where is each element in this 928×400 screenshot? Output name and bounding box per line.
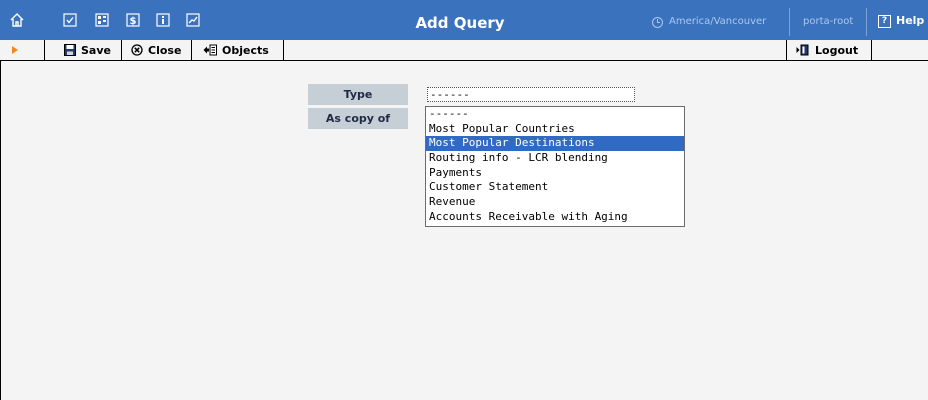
content-border — [0, 60, 1, 400]
objects-button[interactable]: Objects — [192, 40, 284, 60]
logout-icon — [796, 44, 809, 56]
dropdown-option[interactable]: ------ — [426, 107, 684, 122]
logout-button[interactable]: Logout — [786, 40, 872, 60]
type-label: Type — [308, 84, 408, 105]
play-arrow-icon — [12, 46, 18, 54]
svg-text:$: $ — [130, 16, 137, 27]
logout-label: Logout — [815, 43, 859, 57]
page-title: Add Query — [415, 14, 505, 32]
save-label: Save — [81, 43, 111, 57]
dropdown-option[interactable]: Revenue — [426, 195, 684, 210]
type-dropdown-list: ------ Most Popular Countries Most Popul… — [425, 106, 685, 227]
dropdown-option[interactable]: Most Popular Countries — [426, 122, 684, 137]
floppy-icon — [64, 44, 76, 56]
clock-icon — [652, 16, 663, 28]
dropdown-option-selected[interactable]: Most Popular Destinations — [426, 136, 684, 152]
timezone-link[interactable]: America/Vancouver — [652, 15, 766, 29]
close-label: Close — [148, 43, 182, 57]
info-icon[interactable] — [156, 13, 170, 27]
objects-icon — [203, 44, 217, 56]
save-button[interactable]: Save — [44, 40, 122, 60]
type-select[interactable]: ------ — [427, 87, 635, 102]
user-link[interactable]: porta-root — [803, 15, 853, 29]
close-icon — [131, 44, 143, 56]
help-label: Help — [896, 14, 925, 27]
chart-icon[interactable] — [186, 13, 200, 27]
help-icon: ? — [878, 14, 891, 28]
help-button[interactable]: ? Help — [878, 14, 924, 28]
dropdown-option[interactable]: Accounts Receivable with Aging — [426, 210, 684, 225]
dropdown-option[interactable]: Customer Statement — [426, 180, 684, 195]
dollar-icon[interactable]: $ — [126, 13, 140, 27]
tree-icon[interactable] — [95, 13, 109, 27]
timezone-label: America/Vancouver — [669, 16, 767, 27]
divider — [789, 8, 790, 36]
as-copy-of-label: As copy of — [308, 108, 408, 129]
dropdown-option[interactable]: Payments — [426, 166, 684, 181]
home-icon[interactable] — [10, 13, 24, 27]
close-button[interactable]: Close — [122, 40, 192, 60]
toolbar: Save Close Objects Logout — [0, 40, 928, 61]
top-bar: $ Add Query America/Vancouver porta-root… — [0, 0, 928, 41]
objects-label: Objects — [222, 43, 269, 57]
divider — [866, 8, 867, 36]
dropdown-option[interactable]: Routing info - LCR blending — [426, 151, 684, 166]
checklist-icon[interactable] — [63, 13, 77, 27]
